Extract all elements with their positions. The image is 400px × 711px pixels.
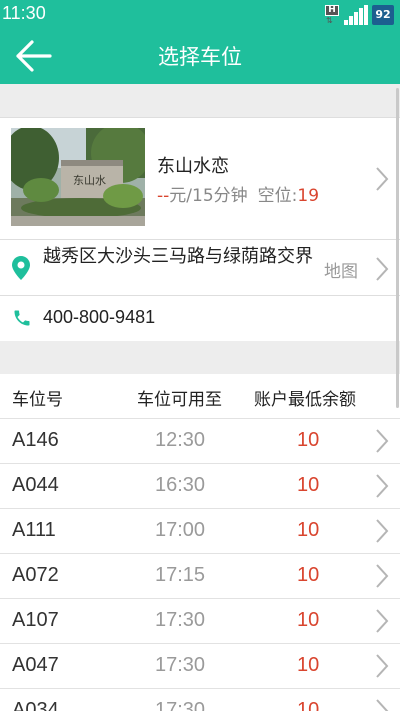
min-balance: 10 [297, 654, 320, 676]
lot-photo-image: 东山水 [11, 128, 145, 226]
section-spacer [0, 84, 400, 117]
data-arrows-icon: ⇅ [326, 16, 333, 25]
location-pin-icon [12, 256, 30, 280]
signal-strength-icon [344, 5, 368, 25]
available-until: 17:30 [155, 609, 206, 631]
table-row[interactable]: A072 17:15 10 [0, 554, 400, 599]
page-title: 选择车位 [158, 45, 242, 69]
chevron-right-icon [376, 564, 389, 588]
network-type-badge: H [325, 5, 339, 16]
available-until: 12:30 [155, 429, 206, 451]
available-until: 17:30 [155, 699, 206, 711]
min-balance: 10 [297, 519, 320, 541]
phone-icon[interactable] [12, 308, 32, 328]
header-space-id: 车位号 [12, 390, 63, 410]
available-until: 17:15 [155, 564, 206, 586]
chevron-right-icon [376, 519, 389, 543]
table-header: 车位号 车位可用至 账户最低余额 [0, 374, 400, 419]
lot-name[interactable]: 东山水恋 [157, 152, 229, 178]
min-balance: 10 [297, 474, 320, 496]
chevron-right-icon [376, 654, 389, 678]
section-spacer [0, 341, 400, 374]
spaces-count: 19 [297, 186, 320, 206]
table-row[interactable]: A107 17:30 10 [0, 599, 400, 644]
price-unit: 元/15分钟 [169, 186, 248, 206]
table-row[interactable]: A146 12:30 10 [0, 419, 400, 464]
space-id: A047 [12, 654, 59, 676]
space-id: A107 [12, 609, 59, 631]
header-available-until: 车位可用至 [137, 390, 222, 410]
photo-sign-text: 东山水 [73, 174, 106, 187]
chevron-right-icon [376, 474, 389, 498]
spaces-label: 空位: [257, 186, 298, 206]
network-type-icon: H ⇅ [324, 5, 340, 25]
chevron-right-icon[interactable] [375, 256, 389, 282]
header-min-balance: 账户最低余额 [254, 390, 356, 410]
available-until: 16:30 [155, 474, 206, 496]
chevron-right-icon [376, 429, 389, 453]
min-balance: 10 [297, 609, 320, 631]
app-header: 选择车位 [0, 28, 400, 84]
battery-icon: 92 [372, 5, 394, 25]
table-row[interactable]: A034 17:30 10 [0, 689, 400, 711]
divider [0, 295, 400, 296]
space-id: A044 [12, 474, 59, 496]
status-time: 11:30 [2, 3, 46, 23]
space-id: A072 [12, 564, 59, 586]
status-icons: H ⇅ 92 [324, 3, 394, 25]
min-balance: 10 [297, 429, 320, 451]
lot-photo[interactable]: 东山水 [11, 128, 145, 226]
available-until: 17:00 [155, 519, 206, 541]
space-id: A111 [12, 519, 56, 541]
price-value: -- [157, 186, 170, 206]
min-balance: 10 [297, 564, 320, 586]
available-until: 17:30 [155, 654, 206, 676]
min-balance: 10 [297, 699, 320, 711]
lot-address: 越秀区大沙头三马路与绿荫路交界 [43, 246, 313, 267]
table-row[interactable]: A047 17:30 10 [0, 644, 400, 689]
chevron-right-icon [376, 609, 389, 633]
status-bar: 11:30 H ⇅ 92 [0, 0, 400, 28]
space-id: A034 [12, 699, 59, 711]
table-row[interactable]: A044 16:30 10 [0, 464, 400, 509]
divider [0, 239, 400, 240]
divider [0, 117, 400, 118]
chevron-right-icon [376, 699, 389, 711]
phone-number[interactable]: 400-800-9481 [43, 307, 155, 328]
chevron-right-icon[interactable] [375, 166, 389, 192]
table-row[interactable]: A111 17:00 10 [0, 509, 400, 554]
scrollbar[interactable] [396, 88, 399, 408]
parking-space-table: 车位号 车位可用至 账户最低余额 A146 12:30 10 A044 16:3… [0, 374, 400, 711]
space-id: A146 [12, 429, 59, 451]
price-line: --元/15分钟 空位:19 [157, 181, 319, 206]
map-link[interactable]: 地图 [324, 257, 358, 282]
